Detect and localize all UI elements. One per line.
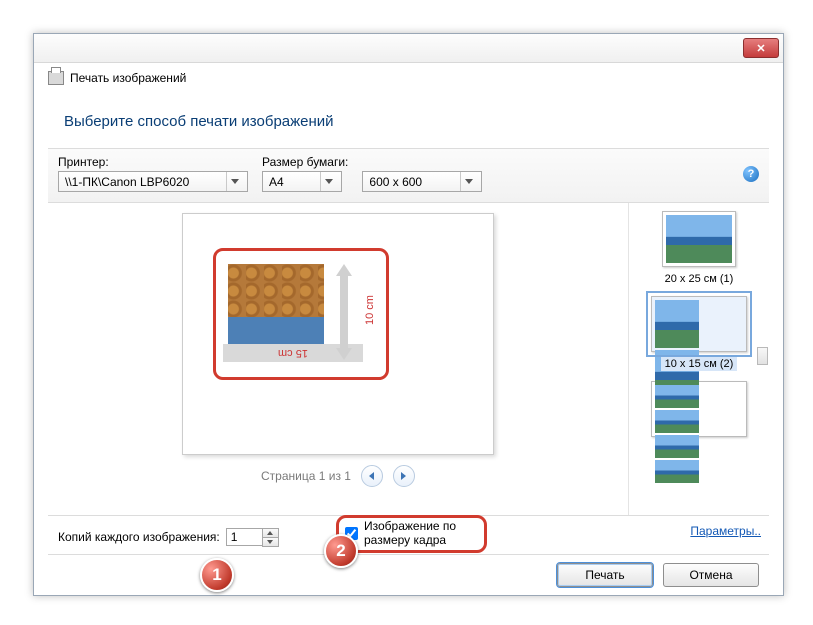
layout-caption: 10 x 15 см (2) [661,357,738,371]
resolution-combo[interactable]: 600 x 600 [362,171,482,192]
preview-pane: 15 cm 10 cm Страница 1 из 1 [48,203,628,515]
chevron-down-icon [460,172,477,191]
copies-label: Копий каждого изображения: [58,530,220,544]
annotation-badge-1: 1 [200,558,234,592]
paper-field: Размер бумаги: A4 [262,155,348,192]
preview-image-content [228,264,324,317]
paper-combo[interactable]: A4 [262,171,342,192]
printer-field: Принтер: \\1-ПК\Canon LBP6020 [58,155,248,192]
printer-icon [48,71,64,85]
resolution-label [362,155,482,171]
resolution-value: 600 x 600 [369,175,422,189]
layout-thumb [651,296,747,352]
layout-option-4up[interactable] [629,381,769,455]
layout-caption [695,450,703,452]
content-area: 15 cm 10 cm Страница 1 из 1 20 x 25 см (… [48,203,769,516]
scrollbar-thumb[interactable] [757,347,768,365]
layout-list[interactable]: 20 x 25 см (1) 10 x 15 см (2) [628,203,769,515]
chevron-down-icon [226,172,243,191]
page-preview: 15 cm 10 cm [182,213,494,455]
print-button-label: Печать [585,568,624,582]
titlebar: ✕ [34,34,783,63]
dialog-heading: Выберите способ печати изображений [48,99,769,148]
resolution-field: 600 x 600 [362,155,482,192]
vertical-ruler-label: 10 cm [364,295,376,325]
dialog-title-text: Печать изображений [70,71,186,85]
print-button[interactable]: Печать [557,563,653,587]
fit-to-frame-label: Изображение по размеру кадра [364,520,474,548]
prev-page-button[interactable] [361,465,383,487]
footer: Печать Отмена [48,555,769,587]
print-toolbar: Принтер: \\1-ПК\Canon LBP6020 Размер бум… [48,148,769,203]
page-status: Страница 1 из 1 [261,469,351,483]
dialog-subtitle: Печать изображений [34,63,783,85]
paper-label: Размер бумаги: [262,155,348,171]
annotation-highlight-2: Изображение по размеру кадра [336,515,487,553]
next-page-button[interactable] [393,465,415,487]
annotation-badge-2: 2 [324,534,358,568]
layout-thumb [662,211,736,267]
paper-value: A4 [269,175,284,189]
help-icon[interactable]: ? [743,166,759,182]
printer-combo[interactable]: \\1-ПК\Canon LBP6020 [58,171,248,192]
cancel-button-label: Отмена [689,568,732,582]
vertical-ruler-icon: 10 cm [333,264,355,360]
copies-input[interactable] [226,528,262,546]
copies-spinner[interactable] [226,528,279,547]
printer-label: Принтер: [58,155,248,171]
spinner-buttons[interactable] [262,528,279,547]
print-pictures-dialog: ✕ Печать изображений Выберите способ печ… [33,33,784,596]
horizontal-ruler-label: 15 cm [278,347,308,359]
chevron-down-icon [320,172,337,191]
printer-value: \\1-ПК\Canon LBP6020 [65,175,189,189]
layout-thumb [651,381,747,437]
layout-option-20x25[interactable]: 20 x 25 см (1) [629,211,769,286]
paginator: Страница 1 из 1 [261,465,415,487]
layout-option-10x15[interactable]: 10 x 15 см (2) [629,296,769,371]
close-button[interactable]: ✕ [743,38,779,58]
options-link[interactable]: Параметры.. [690,524,761,538]
layout-caption: 20 x 25 см (1) [661,272,738,286]
cancel-button[interactable]: Отмена [663,563,759,587]
close-icon: ✕ [756,42,765,55]
options-row: Копий каждого изображения: Изображение п… [48,516,769,555]
